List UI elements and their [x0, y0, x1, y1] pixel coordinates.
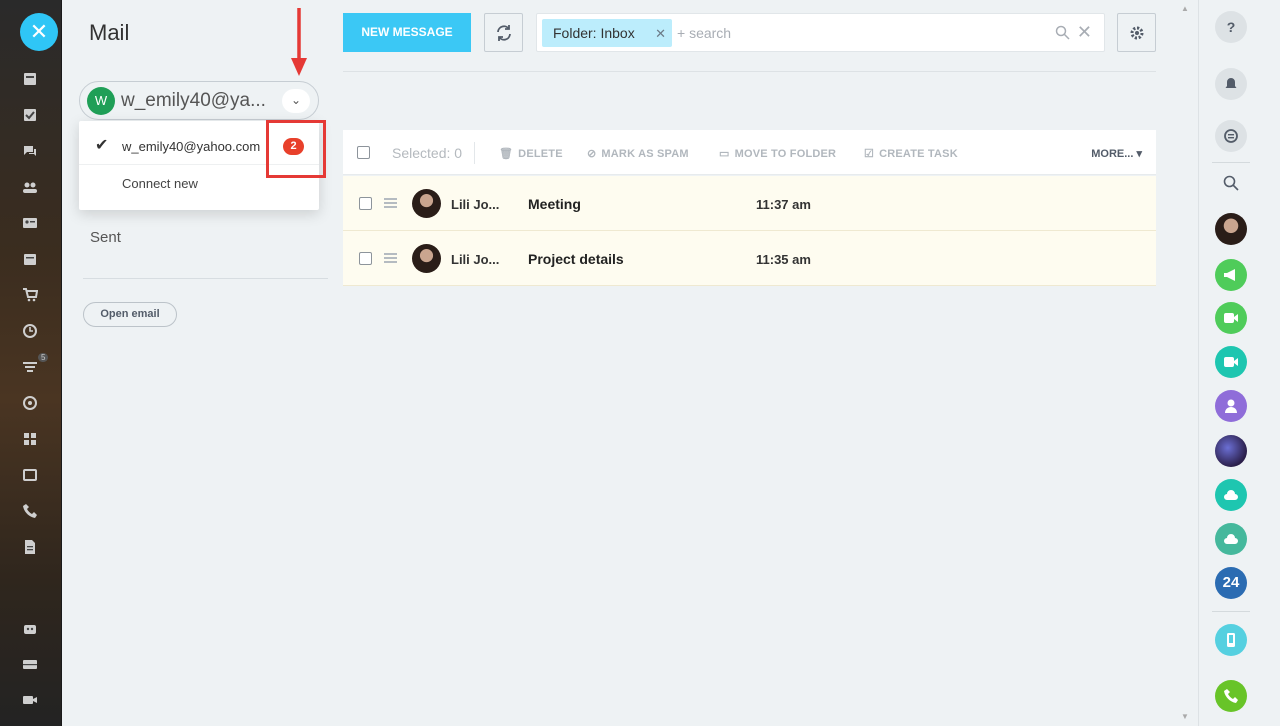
left-sidebar: ✕ 5 [0, 0, 62, 726]
table-row[interactable]: Lili Jo... Meeting 11:37 am [343, 176, 1156, 231]
account-avatar: W [87, 87, 115, 115]
filter-chip-label: Folder: Inbox [553, 25, 635, 41]
clear-search-icon[interactable]: ✕ [1077, 22, 1092, 43]
chevron-down-icon[interactable]: ⌄ [282, 89, 310, 113]
time: 11:35 am [756, 252, 811, 267]
messages-icon[interactable] [1215, 120, 1247, 152]
help-icon[interactable]: ? [1215, 11, 1247, 43]
delete-action[interactable]: 🗑 DELETE [499, 147, 563, 160]
mobile-icon[interactable] [1215, 624, 1247, 656]
folder-icon: ▭ [719, 148, 730, 160]
account-name: w_emily40@ya... [121, 90, 266, 111]
cart-icon[interactable] [22, 287, 38, 303]
avatar [412, 244, 441, 273]
avatar [412, 189, 441, 218]
filter-icon[interactable] [22, 359, 38, 375]
selected-count: Selected: 0 [392, 145, 463, 161]
subject: Project details [528, 251, 624, 267]
megaphone-icon[interactable] [1215, 259, 1247, 291]
time: 11:37 am [756, 197, 811, 212]
robot-icon[interactable] [22, 620, 38, 636]
move-folder-action[interactable]: ▭ MOVE TO FOLDER [719, 147, 836, 160]
refresh-button[interactable] [484, 13, 523, 52]
account-selector[interactable]: W w_emily40@ya... ⌄ [79, 81, 319, 120]
table-row[interactable]: Lili Jo... Project details 11:35 am [343, 231, 1156, 286]
refresh-icon [497, 25, 511, 41]
message-grid: Selected: 0 🗑 DELETE ⊘ MARK AS SPAM ▭ MOVE … [343, 130, 1156, 286]
cloud-icon[interactable] [1215, 479, 1247, 511]
scroll-up-icon[interactable]: ▲ [1181, 4, 1189, 13]
connect-new-link[interactable]: Connect new [122, 176, 198, 191]
open-email-button[interactable]: Open email [83, 302, 177, 327]
page-title: Mail [89, 20, 130, 45]
new-message-button[interactable]: NEW MESSAGE [343, 13, 471, 52]
subject: Meeting [528, 196, 581, 212]
row-checkbox[interactable] [359, 252, 372, 265]
search-icon[interactable] [1055, 25, 1070, 40]
phone-icon[interactable] [1215, 680, 1247, 712]
video-icon[interactable] [22, 692, 38, 708]
mark-spam-action[interactable]: ⊘ MARK AS SPAM [587, 147, 689, 160]
more-menu[interactable]: MORE... ▾ [1091, 147, 1142, 160]
create-task-action[interactable]: ☑ CREATE TASK [864, 147, 958, 160]
select-all-checkbox[interactable] [357, 146, 370, 159]
search-icon[interactable] [1215, 167, 1247, 199]
task-icon: ☑ [864, 148, 875, 160]
filter-badge: 5 [38, 353, 49, 362]
annotation-highlight-box [266, 120, 326, 178]
tasks-icon[interactable] [22, 107, 38, 123]
feed-icon[interactable] [22, 71, 38, 87]
header-separator [474, 142, 475, 164]
rightbar-divider [1212, 611, 1250, 612]
sender: Lili Jo... [451, 252, 500, 267]
chat-icon[interactable] [22, 143, 38, 159]
calendar-icon[interactable] [22, 251, 38, 267]
user-icon[interactable] [1215, 390, 1247, 422]
scroll-down-icon[interactable]: ▼ [1181, 712, 1189, 721]
row-checkbox[interactable] [359, 197, 372, 210]
chip-close-icon[interactable]: ✕ [655, 26, 666, 42]
sender: Lili Jo... [451, 197, 500, 212]
account-option-label: w_emily40@yahoo.com [122, 139, 261, 154]
rightbar-divider [1212, 162, 1250, 163]
phone-icon[interactable] [22, 503, 38, 519]
cloud-icon[interactable] [1215, 523, 1247, 555]
settings-button[interactable] [1117, 13, 1156, 52]
scrollbar[interactable]: ▲ ▼ [1172, 0, 1198, 726]
target-icon[interactable] [22, 395, 38, 411]
close-icon[interactable]: ✕ [20, 13, 58, 51]
apps-icon[interactable] [22, 431, 38, 447]
document-icon[interactable] [22, 539, 38, 555]
bell-icon[interactable] [1215, 68, 1247, 100]
window-icon[interactable] [22, 467, 38, 483]
video-call-icon[interactable] [1215, 302, 1247, 334]
search-input[interactable]: + search [677, 25, 731, 41]
employees-icon[interactable] [22, 179, 38, 195]
avatar[interactable] [1215, 213, 1247, 245]
divider [83, 278, 328, 279]
storage-icon[interactable] [22, 656, 38, 672]
trash-icon: 🗑 [499, 148, 514, 160]
grid-header: Selected: 0 🗑 DELETE ⊘ MARK AS SPAM ▭ MOVE … [343, 130, 1156, 175]
gear-icon [1130, 26, 1143, 40]
search-bar[interactable]: Folder: Inbox ✕ + search ✕ [536, 13, 1105, 52]
group-avatar[interactable] [1215, 435, 1247, 467]
clock-icon[interactable] [22, 323, 38, 339]
annotation-arrow [291, 8, 307, 76]
folder-sent[interactable]: Sent [90, 229, 121, 246]
spam-icon: ⊘ [587, 148, 597, 160]
video-conference-icon[interactable] [1215, 346, 1247, 378]
check-icon: ✔ [95, 137, 109, 154]
toolbar-divider [343, 71, 1156, 72]
filter-chip[interactable]: Folder: Inbox ✕ [542, 19, 672, 47]
contacts-icon[interactable] [22, 215, 38, 231]
drag-handle-icon[interactable] [384, 253, 397, 263]
bitrix24-icon[interactable]: 24 [1215, 567, 1247, 599]
drag-handle-icon[interactable] [384, 198, 397, 208]
